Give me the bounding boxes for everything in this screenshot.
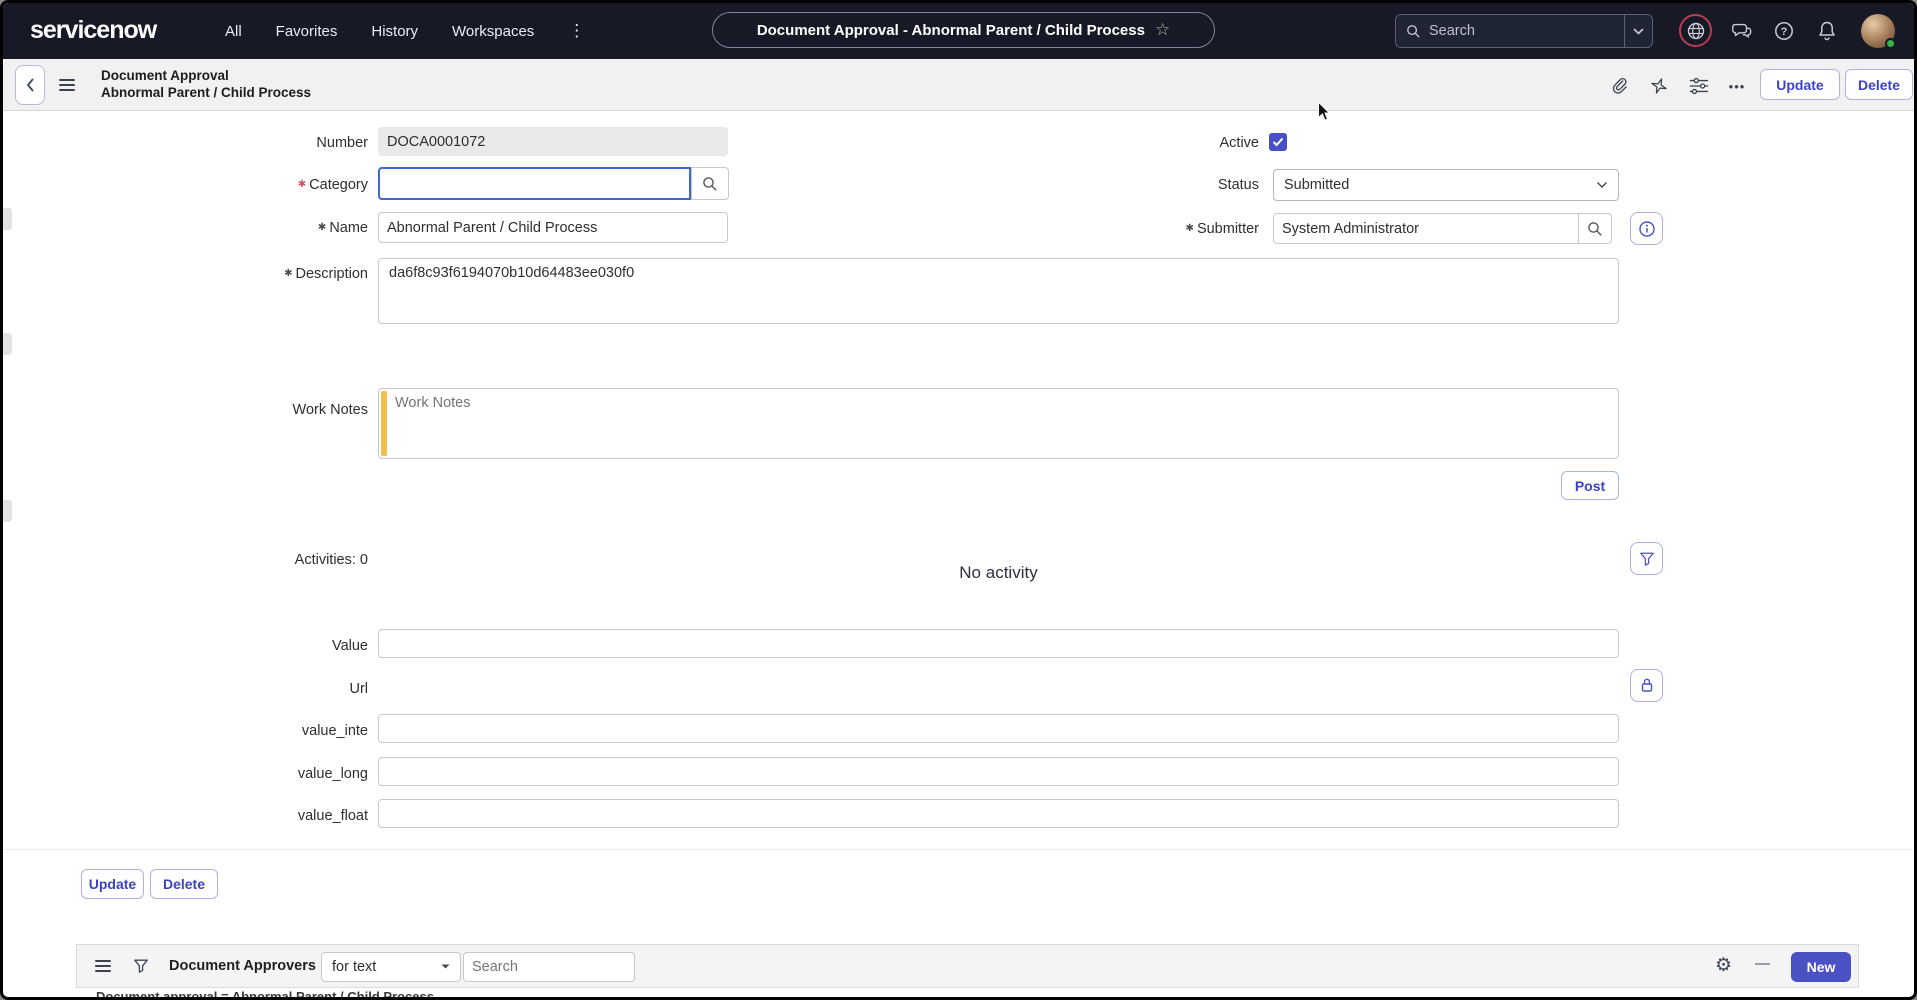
work-notes-field: [378, 388, 1619, 459]
record-tab-label: Document Approval - Abnormal Parent / Ch…: [757, 22, 1145, 39]
chevron-down-icon: [441, 964, 450, 970]
category-input[interactable]: [378, 167, 691, 200]
edge-chip: [3, 333, 12, 355]
required-icon: ✱: [298, 179, 309, 190]
delete-button[interactable]: Delete: [1845, 69, 1913, 100]
global-search: [1395, 14, 1653, 48]
servicenow-window: servicenow All Favorites History Workspa…: [0, 0, 1917, 1000]
connect-chat-icon[interactable]: [1730, 20, 1752, 42]
value-float-input[interactable]: [378, 799, 1619, 828]
url-lock-button[interactable]: [1630, 669, 1663, 702]
edge-chip: [3, 208, 12, 230]
more-menus-icon[interactable]: ⋮: [568, 21, 585, 41]
activity-empty-state: No activity: [378, 563, 1619, 583]
value-long-label: value_long: [150, 765, 368, 783]
attachment-paperclip-icon[interactable]: [1607, 74, 1631, 98]
more-actions-icon[interactable]: •••: [1725, 74, 1749, 98]
value-inte-label: value_inte: [150, 722, 368, 740]
submitter-input[interactable]: [1273, 213, 1579, 244]
name-label: ✱Name: [150, 219, 368, 237]
work-notes-textarea[interactable]: [378, 388, 1619, 459]
related-list-title: Document Approvers: [169, 958, 316, 974]
footer-update-button[interactable]: Update: [81, 869, 144, 899]
list-search-field-select[interactable]: for text: [321, 952, 461, 982]
list-search-input[interactable]: [463, 952, 635, 982]
presence-status-dot: [1885, 38, 1896, 49]
value-input[interactable]: [378, 629, 1619, 658]
value-long-input[interactable]: [378, 757, 1619, 786]
submitter-preview-info-button[interactable]: [1630, 212, 1663, 245]
description-label: ✱Description: [150, 265, 368, 283]
list-settings-gear-icon[interactable]: ⚙: [1715, 954, 1732, 977]
list-context-menu-icon[interactable]: [95, 960, 111, 972]
record-indicator-ring[interactable]: [1679, 14, 1712, 47]
name-input[interactable]: [378, 212, 728, 243]
favorite-star-icon[interactable]: ☆: [1155, 20, 1170, 40]
section-divider: [3, 849, 1914, 850]
list-new-button[interactable]: New: [1791, 952, 1851, 982]
svg-text:?: ?: [1781, 26, 1788, 38]
search-scope-caret[interactable]: [1624, 15, 1652, 47]
required-icon: ✱: [1186, 223, 1197, 234]
nav-item-favorites[interactable]: Favorites: [276, 23, 338, 40]
list-breadcrumb-row-clipped: Document approval = Abnormal Parent / Ch…: [76, 988, 1859, 998]
list-breadcrumb-text: Document approval = Abnormal Parent / Ch…: [96, 989, 434, 998]
nav-item-all[interactable]: All: [225, 23, 242, 40]
personalize-sliders-icon[interactable]: [1687, 74, 1711, 98]
back-button[interactable]: [15, 65, 45, 105]
work-notes-stripe: [381, 391, 387, 456]
servicenow-logo[interactable]: servicenow: [30, 16, 156, 45]
value-float-label: value_float: [150, 807, 368, 825]
nav-item-workspaces[interactable]: Workspaces: [452, 23, 534, 40]
url-label: Url: [150, 680, 368, 698]
submitter-label: ✱Submitter: [1041, 220, 1259, 238]
record-title-table: Document Approval: [101, 67, 311, 84]
search-icon: [1406, 24, 1421, 39]
active-checkbox[interactable]: [1269, 133, 1287, 151]
number-input[interactable]: [378, 127, 728, 156]
top-nav: servicenow All Favorites History Workspa…: [3, 3, 1914, 59]
activity-filter-button[interactable]: [1630, 542, 1663, 575]
user-avatar[interactable]: [1861, 14, 1895, 48]
nav-item-history[interactable]: History: [371, 23, 418, 40]
required-icon: ✱: [284, 268, 295, 279]
update-button[interactable]: Update: [1760, 69, 1840, 100]
brand-text: servicenow: [30, 16, 156, 44]
required-icon: ✱: [318, 222, 329, 233]
number-label: Number: [150, 134, 368, 152]
activities-counter: Activities: 0: [150, 551, 368, 569]
list-search-field-value: for text: [332, 959, 376, 975]
main-menu: All Favorites History Workspaces ⋮: [225, 3, 585, 59]
record-title: Document Approval Abnormal Parent / Chil…: [101, 67, 311, 101]
status-select[interactable]: Submitted: [1273, 169, 1619, 201]
form-context-menu-icon[interactable]: [59, 79, 75, 91]
sparkle-ai-icon[interactable]: [1647, 74, 1671, 98]
category-lookup-button[interactable]: [691, 167, 729, 200]
record-tab-pill[interactable]: Document Approval - Abnormal Parent / Ch…: [712, 12, 1215, 48]
mouse-cursor-icon: [1317, 101, 1331, 127]
chevron-down-icon: [1596, 181, 1608, 189]
category-label: ✱Category: [150, 176, 368, 194]
globe-icon: [1686, 21, 1706, 41]
status-value: Submitted: [1284, 177, 1349, 193]
value-label: Value: [150, 637, 368, 655]
search-input[interactable]: [1429, 23, 1624, 39]
value-inte-input[interactable]: [378, 714, 1619, 743]
notifications-bell-icon[interactable]: [1816, 20, 1838, 42]
footer-delete-button[interactable]: Delete: [150, 869, 218, 899]
work-notes-label: Work Notes: [150, 401, 368, 419]
edge-chip: [3, 500, 12, 522]
submitter-lookup-button[interactable]: [1578, 213, 1612, 244]
record-title-name: Abnormal Parent / Child Process: [101, 84, 311, 101]
post-button[interactable]: Post: [1561, 471, 1619, 500]
related-list-header: Document Approvers for text ⚙ — New: [76, 944, 1859, 988]
description-textarea[interactable]: da6f8c93f6194070b10d64483ee030f0: [378, 258, 1619, 324]
help-icon[interactable]: ?: [1773, 20, 1795, 42]
active-label: Active: [1041, 134, 1259, 152]
status-label: Status: [1041, 176, 1259, 194]
list-filter-icon[interactable]: [133, 958, 149, 979]
list-collapse-icon[interactable]: —: [1755, 955, 1770, 972]
form-header: Document Approval Abnormal Parent / Chil…: [3, 59, 1914, 111]
